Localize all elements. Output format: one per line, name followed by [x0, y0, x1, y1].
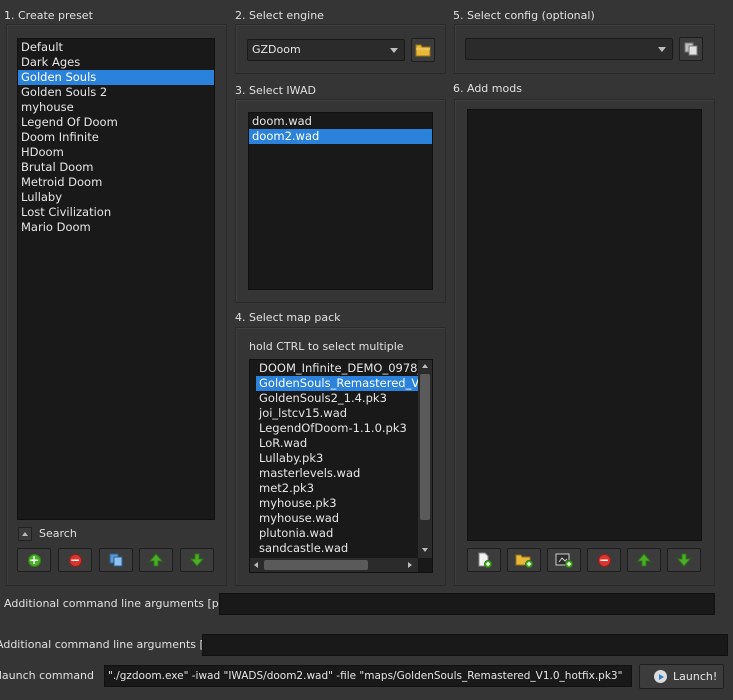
preset-list-item[interactable]: Golden Souls 2 — [18, 85, 214, 100]
map-pack-list-item[interactable]: joi_lstcv15.wad — [256, 406, 418, 421]
copy-icon — [684, 42, 698, 56]
add-mods-title: 6. Add mods — [453, 82, 522, 95]
remove-preset-button[interactable]: − — [58, 548, 92, 572]
map-pack-list-item[interactable]: sandcastle.wad — [256, 541, 418, 556]
preset-list-item[interactable]: Doom Infinite — [18, 130, 214, 145]
launch-button[interactable]: Launch! — [639, 664, 724, 689]
arrow-down-icon — [190, 553, 204, 567]
engine-select-value: GZDoom — [252, 43, 301, 56]
collapse-triangle-icon — [22, 532, 28, 536]
preset-list-item[interactable]: Legend Of Doom — [18, 115, 214, 130]
preset-list-item[interactable]: Dark Ages — [18, 55, 214, 70]
add-icon: + — [27, 552, 41, 567]
add-file-icon — [478, 552, 492, 568]
clone-preset-button[interactable] — [99, 548, 133, 572]
add-preset-button[interactable]: + — [17, 548, 51, 572]
map-pack-list-item[interactable]: myhouse.pk3 — [256, 496, 418, 511]
chevron-down-icon — [390, 48, 398, 53]
preset-list-item[interactable]: Golden Souls — [18, 70, 214, 85]
arrow-up-icon — [149, 553, 163, 567]
preset-list-item[interactable]: HDoom — [18, 145, 214, 160]
copy-config-button[interactable] — [679, 37, 703, 61]
folder-icon — [415, 44, 431, 57]
map-pack-list-item[interactable]: met2.pk3 — [256, 481, 418, 496]
remove-icon: − — [68, 552, 82, 567]
map-pack-list-item[interactable]: masterlevels.wad — [256, 466, 418, 481]
select-config-title: 5. Select config (optional) — [453, 9, 595, 22]
add-from-directory-button[interactable] — [547, 548, 581, 572]
preset-list-item[interactable]: Default — [18, 40, 214, 55]
map-pack-list-item[interactable]: LegendOfDoom-1.1.0.pk3 — [256, 421, 418, 436]
launch-command-value: "./gzdoom.exe" -iwad "IWADS/doom2.wad" -… — [108, 670, 623, 682]
map-pack-list-item[interactable]: DOOM_Infinite_DEMO_0978_6 — [256, 361, 418, 376]
map-pack-hint: hold CTRL to select multiple — [249, 340, 404, 353]
scroll-up-icon — [422, 364, 428, 368]
remove-icon: − — [597, 552, 611, 567]
preset-list-item[interactable]: Mario Doom — [18, 220, 214, 235]
preset-list-item[interactable]: Metroid Doom — [18, 175, 214, 190]
map-pack-horizontal-scrollbar[interactable] — [250, 558, 418, 572]
preset-args-label: Additional command line arguments [prese… — [4, 597, 251, 610]
clone-icon — [109, 553, 123, 567]
arrow-up-icon — [637, 553, 651, 567]
add-from-directory-icon — [555, 553, 573, 568]
arrow-down-icon — [677, 553, 691, 567]
move-preset-down-button[interactable] — [180, 548, 214, 572]
remove-mod-button[interactable]: − — [587, 548, 621, 572]
iwad-list[interactable]: doom.wad doom2.wad — [248, 112, 433, 290]
map-pack-list-item[interactable]: Lullaby.pk3 — [256, 451, 418, 466]
map-pack-list-item[interactable]: LoR.wad — [256, 436, 418, 451]
launch-command-field[interactable]: "./gzdoom.exe" -iwad "IWADS/doom2.wad" -… — [104, 665, 632, 687]
search-toggle[interactable] — [18, 527, 32, 541]
launch-command-label: Final launch command — [0, 669, 94, 682]
map-pack-vertical-scrollbar[interactable] — [418, 360, 432, 558]
add-mod-folder-button[interactable] — [507, 548, 541, 572]
move-mod-down-button[interactable] — [667, 548, 701, 572]
map-pack-list-item[interactable]: myhouse.wad — [256, 511, 418, 526]
horizontal-scroll-thumb[interactable] — [264, 560, 368, 570]
map-pack-list-item[interactable]: plutonia.wad — [256, 526, 418, 541]
create-preset-title: 1. Create preset — [4, 9, 93, 22]
iwad-list-item[interactable]: doom2.wad — [249, 129, 432, 144]
engine-select[interactable]: GZDoom — [247, 39, 405, 61]
config-select[interactable] — [465, 38, 673, 60]
preset-list-item[interactable]: Lost Civilization — [18, 205, 214, 220]
scroll-down-icon — [422, 548, 428, 552]
add-folder-icon — [515, 554, 533, 568]
vertical-scroll-thumb[interactable] — [420, 374, 430, 520]
preset-list-item[interactable]: myhouse — [18, 100, 214, 115]
launch-command-label-text: Final launch command — [0, 669, 95, 682]
map-pack-list[interactable]: DOOM_Infinite_DEMO_0978_6 GoldenSouls_Rem… — [249, 359, 433, 573]
scroll-left-icon — [254, 562, 258, 568]
map-pack-list-item[interactable]: GoldenSouls2_1.4.pk3 — [256, 391, 418, 406]
play-icon — [654, 670, 667, 683]
select-iwad-title: 3. Select IWAD — [235, 84, 316, 97]
preset-list-item[interactable]: Brutal Doom — [18, 160, 214, 175]
chevron-down-icon — [658, 47, 666, 52]
move-mod-up-button[interactable] — [627, 548, 661, 572]
preset-list[interactable]: Default Dark Ages Golden Souls Golden Souls… — [17, 38, 215, 520]
search-label: Search — [39, 527, 77, 540]
select-map-pack-title: 4. Select map pack — [235, 311, 341, 324]
map-pack-list-item[interactable]: GoldenSouls_Remastered_V1.0 — [256, 376, 418, 391]
launch-button-label: Launch! — [673, 670, 718, 683]
iwad-list-item[interactable]: doom.wad — [249, 114, 432, 129]
mods-list[interactable] — [467, 109, 702, 541]
select-engine-title: 2. Select engine — [235, 9, 324, 22]
add-mod-file-button[interactable] — [467, 548, 501, 572]
scroll-right-icon — [408, 562, 412, 568]
move-preset-up-button[interactable] — [139, 548, 173, 572]
preset-args-input[interactable] — [219, 593, 715, 615]
global-args-input[interactable] — [202, 634, 728, 656]
preset-list-item[interactable]: Lullaby — [18, 190, 214, 205]
browse-engine-button[interactable] — [411, 38, 435, 62]
